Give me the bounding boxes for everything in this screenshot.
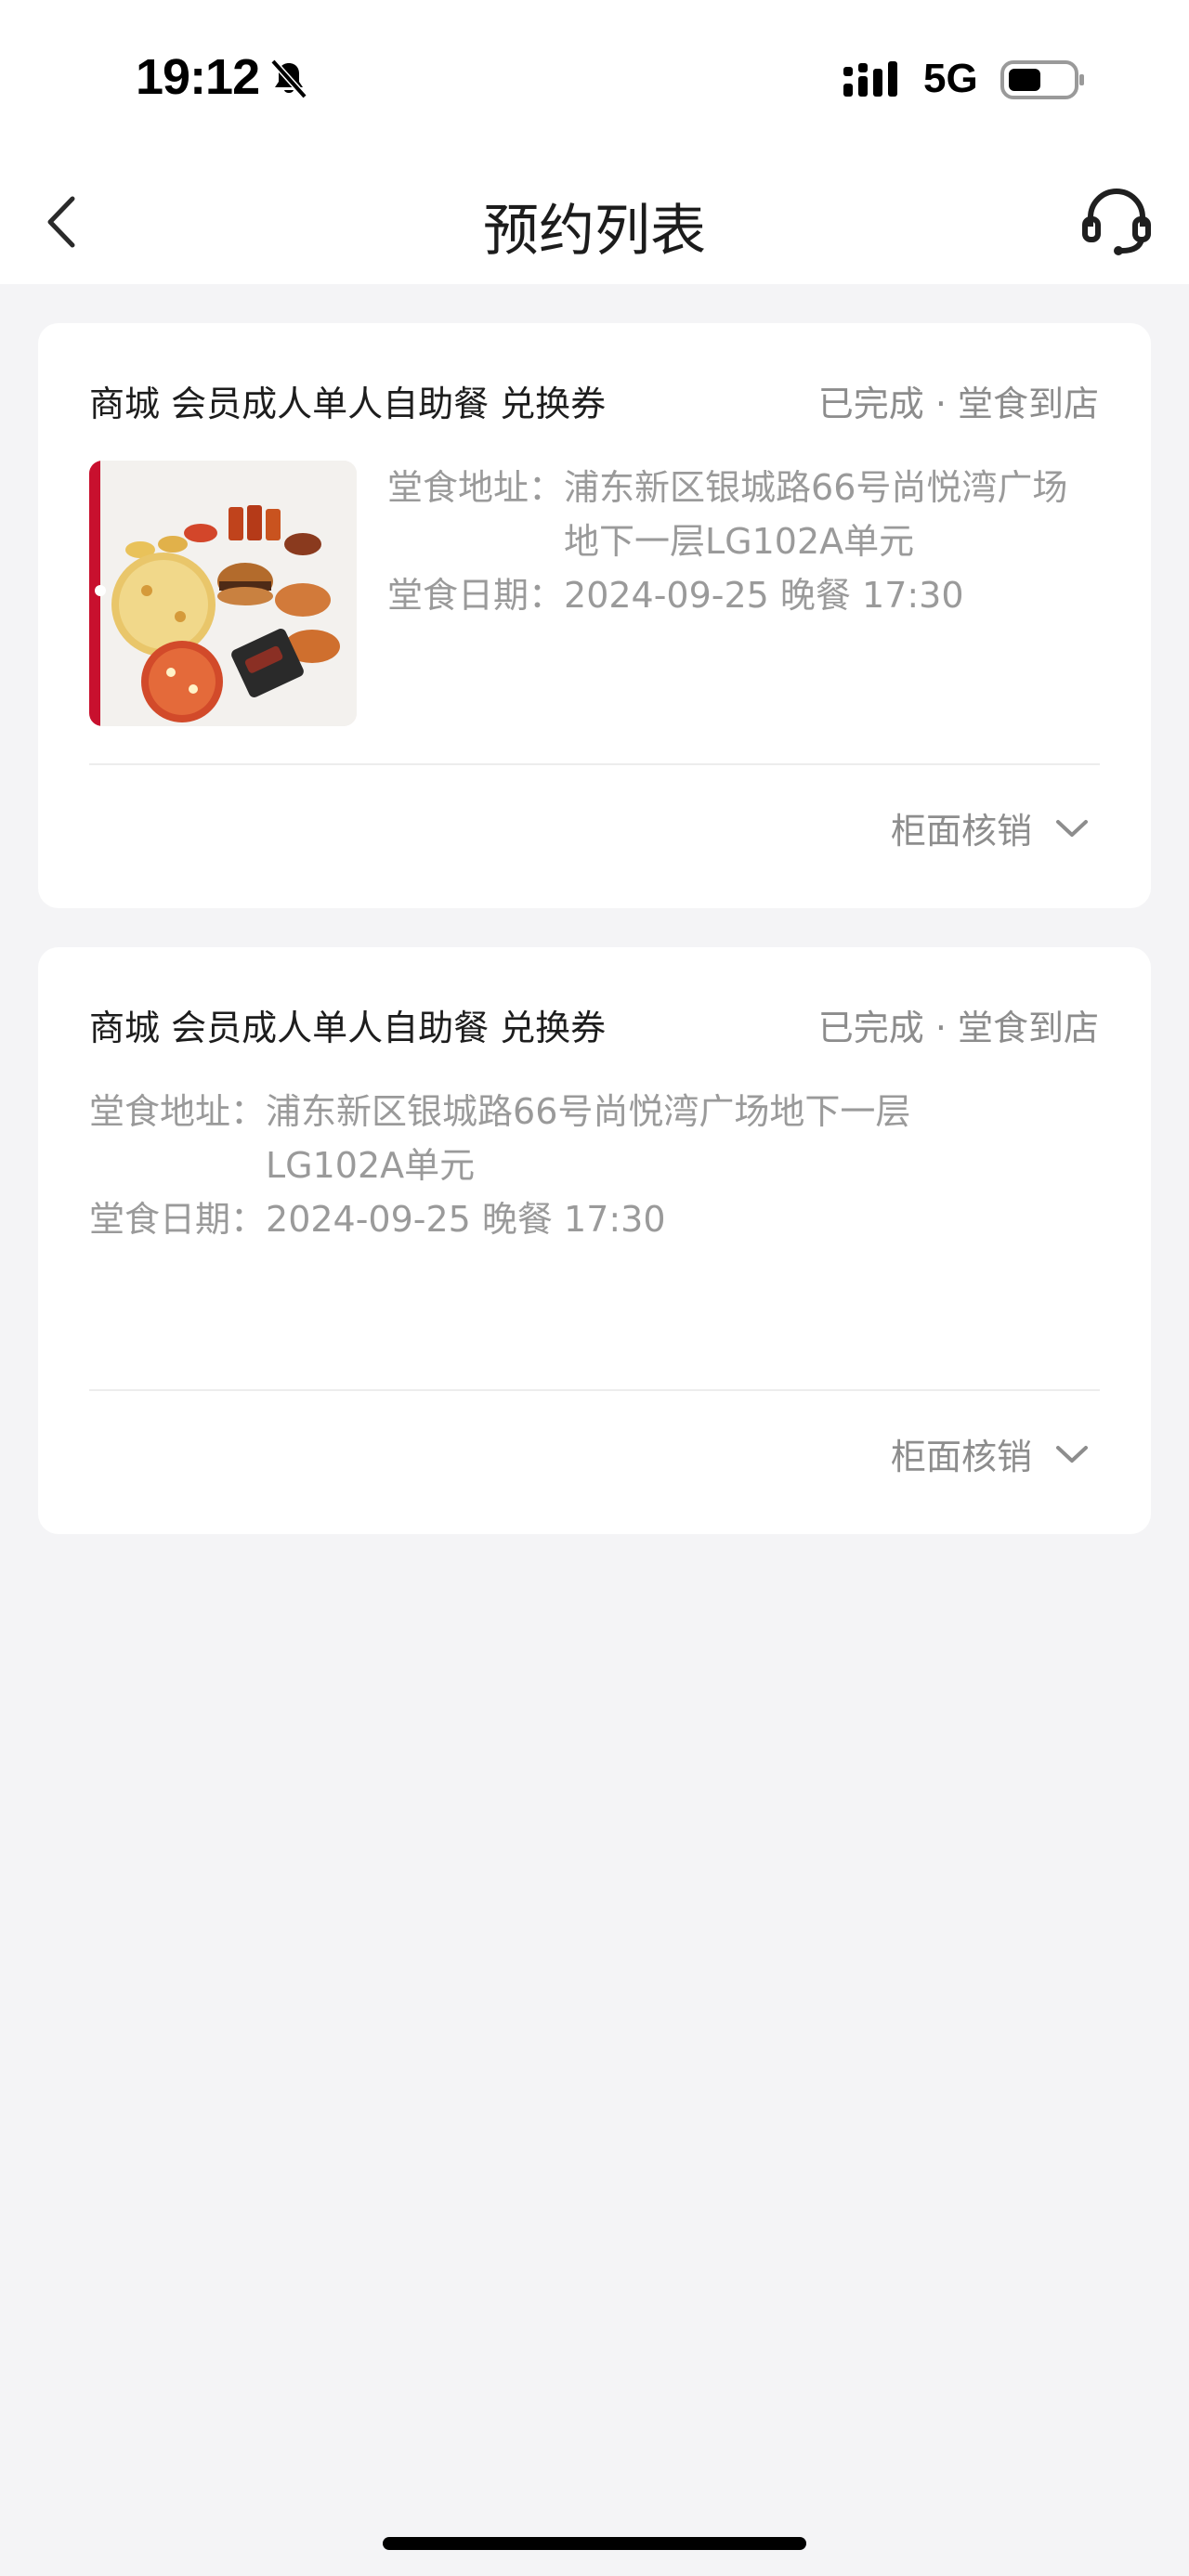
order-details: 堂食地址： 浦东新区银城路66号尚悦湾广场地下一层LG102A单元 堂食日期： … [387, 461, 1130, 622]
bell-slash-icon [270, 59, 307, 99]
order-card[interactable]: 商城 会员成人单人自助餐 兑换券 已完成 · 堂食到店 堂食地址： 浦东新区银城… [38, 947, 1151, 1534]
counter-verify-toggle[interactable]: 柜面核销 [891, 1428, 1090, 1479]
order-card[interactable]: 商城 会员成人单人自助餐 兑换券 已完成 · 堂食到店 堂食地址： 浦东新区银城… [38, 323, 1151, 908]
counter-verify-label: 柜面核销 [890, 1437, 1032, 1477]
product-image [89, 461, 357, 726]
order-status: 已完成 · 堂食到店 [817, 384, 1099, 424]
order-status: 已完成 · 堂食到店 [817, 1008, 1099, 1048]
headset-icon[interactable] [1081, 186, 1152, 256]
battery-icon [1000, 60, 1084, 99]
status-time: 19:12 [136, 49, 260, 105]
order-details: 堂食地址： 浦东新区银城路66号尚悦湾广场地下一层LG102A单元 堂食日期： … [89, 1085, 1111, 1246]
address-label: 堂食地址： [89, 1091, 267, 1132]
counter-verify-label: 柜面核销 [890, 811, 1032, 852]
page-title: 预约列表 [483, 199, 706, 264]
divider [89, 1389, 1100, 1391]
date-value: 2024-09-25 晚餐 17:30 [564, 575, 964, 616]
order-title: 商城 会员成人单人自助餐 兑换券 [89, 384, 607, 424]
divider [89, 763, 1100, 765]
address-label: 堂食地址： [387, 467, 565, 508]
date-label: 堂食日期： [387, 575, 565, 616]
chevron-down-icon [1056, 1445, 1088, 1463]
order-title: 商城 会员成人单人自助餐 兑换券 [89, 1008, 607, 1048]
home-indicator [383, 2537, 806, 2550]
date-value: 2024-09-25 晚餐 17:30 [266, 1199, 666, 1240]
chevron-down-icon [1056, 819, 1088, 837]
network-label: 5G [923, 56, 978, 101]
signal-icon [843, 61, 897, 97]
top-bar: 19:12 5G 预约列表 [0, 0, 1189, 284]
date-label: 堂食日期： [89, 1199, 267, 1240]
address-value: 浦东新区银城路66号尚悦湾广场地下一层LG102A单元 [564, 467, 1068, 562]
address-value: 浦东新区银城路66号尚悦湾广场地下一层LG102A单元 [266, 1091, 911, 1186]
counter-verify-toggle[interactable]: 柜面核销 [891, 802, 1090, 853]
